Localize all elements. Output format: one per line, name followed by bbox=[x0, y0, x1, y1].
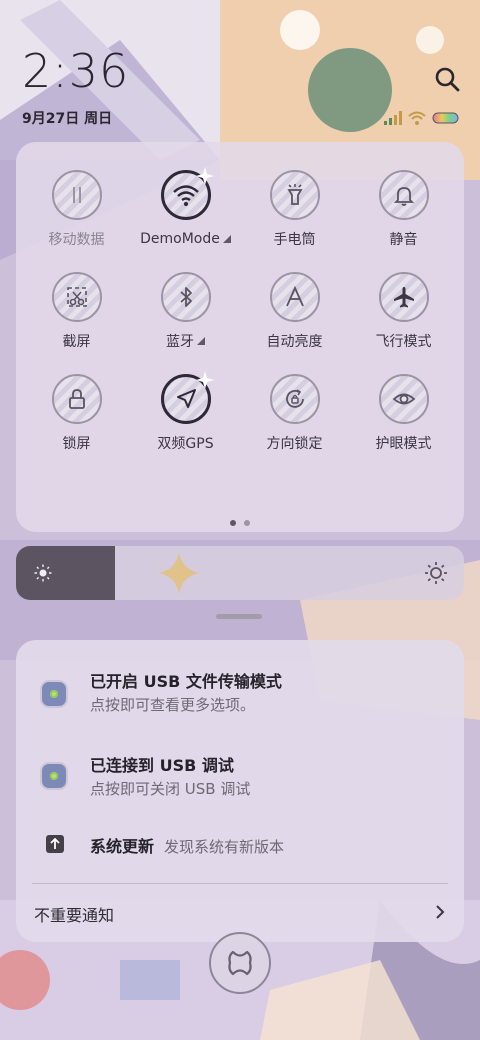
tile-gps-circle bbox=[160, 371, 214, 424]
tile-label: 飞行模式 bbox=[375, 334, 432, 350]
location-arrow-icon bbox=[176, 389, 196, 408]
unimportant-notifications-label: 不重要通知 bbox=[34, 906, 115, 925]
page-indicator bbox=[16, 520, 464, 526]
battery-icon bbox=[432, 112, 459, 124]
tile-rotation-circle bbox=[269, 374, 320, 424]
star-decoration bbox=[158, 552, 200, 594]
chevron-right-icon bbox=[436, 905, 445, 919]
tile-eye-circle bbox=[378, 374, 429, 424]
screenshot-icon bbox=[66, 287, 87, 307]
bluetooth-icon bbox=[179, 287, 192, 307]
drag-handle[interactable] bbox=[216, 614, 262, 619]
wifi-icon bbox=[172, 185, 199, 206]
notification-subtitle: 点按即可查看更多选项。 bbox=[90, 696, 256, 714]
notification-title: 已连接到 USB 调试 bbox=[90, 756, 234, 775]
tile-label: DemoMode bbox=[140, 230, 231, 248]
search-button[interactable] bbox=[432, 64, 464, 96]
notification-title: 系统更新 bbox=[90, 837, 155, 856]
tile-screenshot-circle bbox=[51, 272, 102, 322]
tile-dual-gps[interactable]: 双频GPS bbox=[131, 371, 240, 452]
page-dot-active bbox=[230, 520, 236, 526]
tile-screenshot[interactable]: 截屏 bbox=[22, 272, 131, 350]
tile-label: 护眼模式 bbox=[375, 436, 432, 452]
tile-silent-circle bbox=[378, 170, 429, 220]
tile-label: 锁屏 bbox=[62, 436, 91, 452]
brightness-slider[interactable] bbox=[16, 546, 464, 600]
divider bbox=[32, 883, 448, 884]
tile-label: 静音 bbox=[389, 232, 418, 248]
date-label: 9月27日 周日 bbox=[22, 111, 113, 127]
tile-label: 双频GPS bbox=[157, 436, 214, 452]
notification-card: 已开启 USB 文件传输模式 点按即可查看更多选项。 已连接到 USB 调试 点… bbox=[16, 640, 464, 942]
tile-mobile-data[interactable]: 移动数据 bbox=[22, 170, 131, 248]
notification-subtitle: 发现系统有新版本 bbox=[164, 838, 285, 856]
mobile-data-icon bbox=[72, 187, 81, 203]
tile-label: 蓝牙 bbox=[166, 332, 205, 350]
tile-label: 截屏 bbox=[62, 334, 91, 350]
android-settings-icon bbox=[42, 682, 66, 706]
brightness-low-icon bbox=[34, 564, 52, 582]
tile-demomode-circle bbox=[160, 167, 214, 220]
notification-usb-debug[interactable]: 已连接到 USB 调试 点按即可关闭 USB 调试 bbox=[16, 750, 464, 806]
tile-eye-comfort[interactable]: 护眼模式 bbox=[349, 374, 458, 452]
bell-icon bbox=[393, 187, 414, 206]
quick-settings-grid: 移动数据 DemoMode 手电筒 静音 截屏 蓝牙 自动亮度 飞行模式 锁屏 … bbox=[16, 167, 464, 452]
airplane-icon bbox=[393, 287, 414, 308]
update-arrow-icon bbox=[46, 835, 64, 853]
eye-icon bbox=[392, 393, 415, 405]
notification-title: 已开启 USB 文件传输模式 bbox=[90, 672, 282, 691]
tile-auto-brightness[interactable]: 自动亮度 bbox=[240, 272, 349, 350]
brightness-high-icon bbox=[425, 562, 447, 584]
page-dot bbox=[244, 520, 250, 526]
unimportant-notifications-row[interactable]: 不重要通知 bbox=[16, 896, 464, 932]
tile-bluetooth-circle bbox=[160, 272, 211, 322]
tile-label: 手电筒 bbox=[273, 232, 316, 248]
tile-silent[interactable]: 静音 bbox=[349, 170, 458, 248]
tile-airplane-mode[interactable]: 飞行模式 bbox=[349, 272, 458, 350]
notification-system-update[interactable]: 系统更新 发现系统有新版本 bbox=[16, 830, 464, 860]
wifi-icon bbox=[408, 111, 426, 125]
brightness-fill bbox=[16, 546, 115, 600]
lock-icon bbox=[68, 389, 85, 409]
sparkle-icon bbox=[195, 167, 214, 185]
tile-label: 移动数据 bbox=[48, 232, 105, 248]
signal-icon bbox=[384, 111, 402, 125]
tile-demomode[interactable]: DemoMode bbox=[131, 167, 240, 248]
flashlight-icon bbox=[286, 184, 303, 205]
tile-lock-screen[interactable]: 锁屏 bbox=[22, 374, 131, 452]
dropdown-triangle-icon bbox=[222, 235, 231, 243]
notification-subtitle: 点按即可关闭 USB 调试 bbox=[90, 780, 251, 798]
dropdown-triangle-icon bbox=[197, 337, 205, 345]
tile-flashlight[interactable]: 手电筒 bbox=[240, 170, 349, 248]
tile-rotation-lock[interactable]: 方向锁定 bbox=[240, 374, 349, 452]
tile-auto-brightness-circle bbox=[269, 272, 320, 322]
tile-lock-circle bbox=[51, 374, 102, 424]
search-icon bbox=[435, 67, 460, 92]
rotation-lock-icon bbox=[285, 389, 304, 408]
tile-label: 方向锁定 bbox=[266, 436, 323, 452]
tile-airplane-circle bbox=[378, 272, 429, 322]
clear-all-button[interactable] bbox=[209, 932, 271, 994]
notification-usb-transfer[interactable]: 已开启 USB 文件传输模式 点按即可查看更多选项。 bbox=[16, 666, 464, 722]
tile-label: 自动亮度 bbox=[266, 334, 323, 350]
tile-bluetooth[interactable]: 蓝牙 bbox=[131, 272, 240, 350]
tile-mobile-data-circle bbox=[51, 170, 102, 220]
status-icons bbox=[384, 108, 460, 128]
auto-brightness-icon bbox=[285, 285, 304, 307]
tile-flashlight-circle bbox=[269, 170, 320, 220]
sparkle-icon bbox=[195, 371, 214, 389]
android-settings-icon bbox=[42, 764, 66, 788]
system-update-text: 系统更新 发现系统有新版本 bbox=[90, 833, 284, 857]
close-icon bbox=[228, 950, 252, 976]
quick-settings-panel: 移动数据 DemoMode 手电筒 静音 截屏 蓝牙 自动亮度 飞行模式 锁屏 … bbox=[16, 142, 464, 532]
clock: 2:36 bbox=[22, 44, 130, 98]
